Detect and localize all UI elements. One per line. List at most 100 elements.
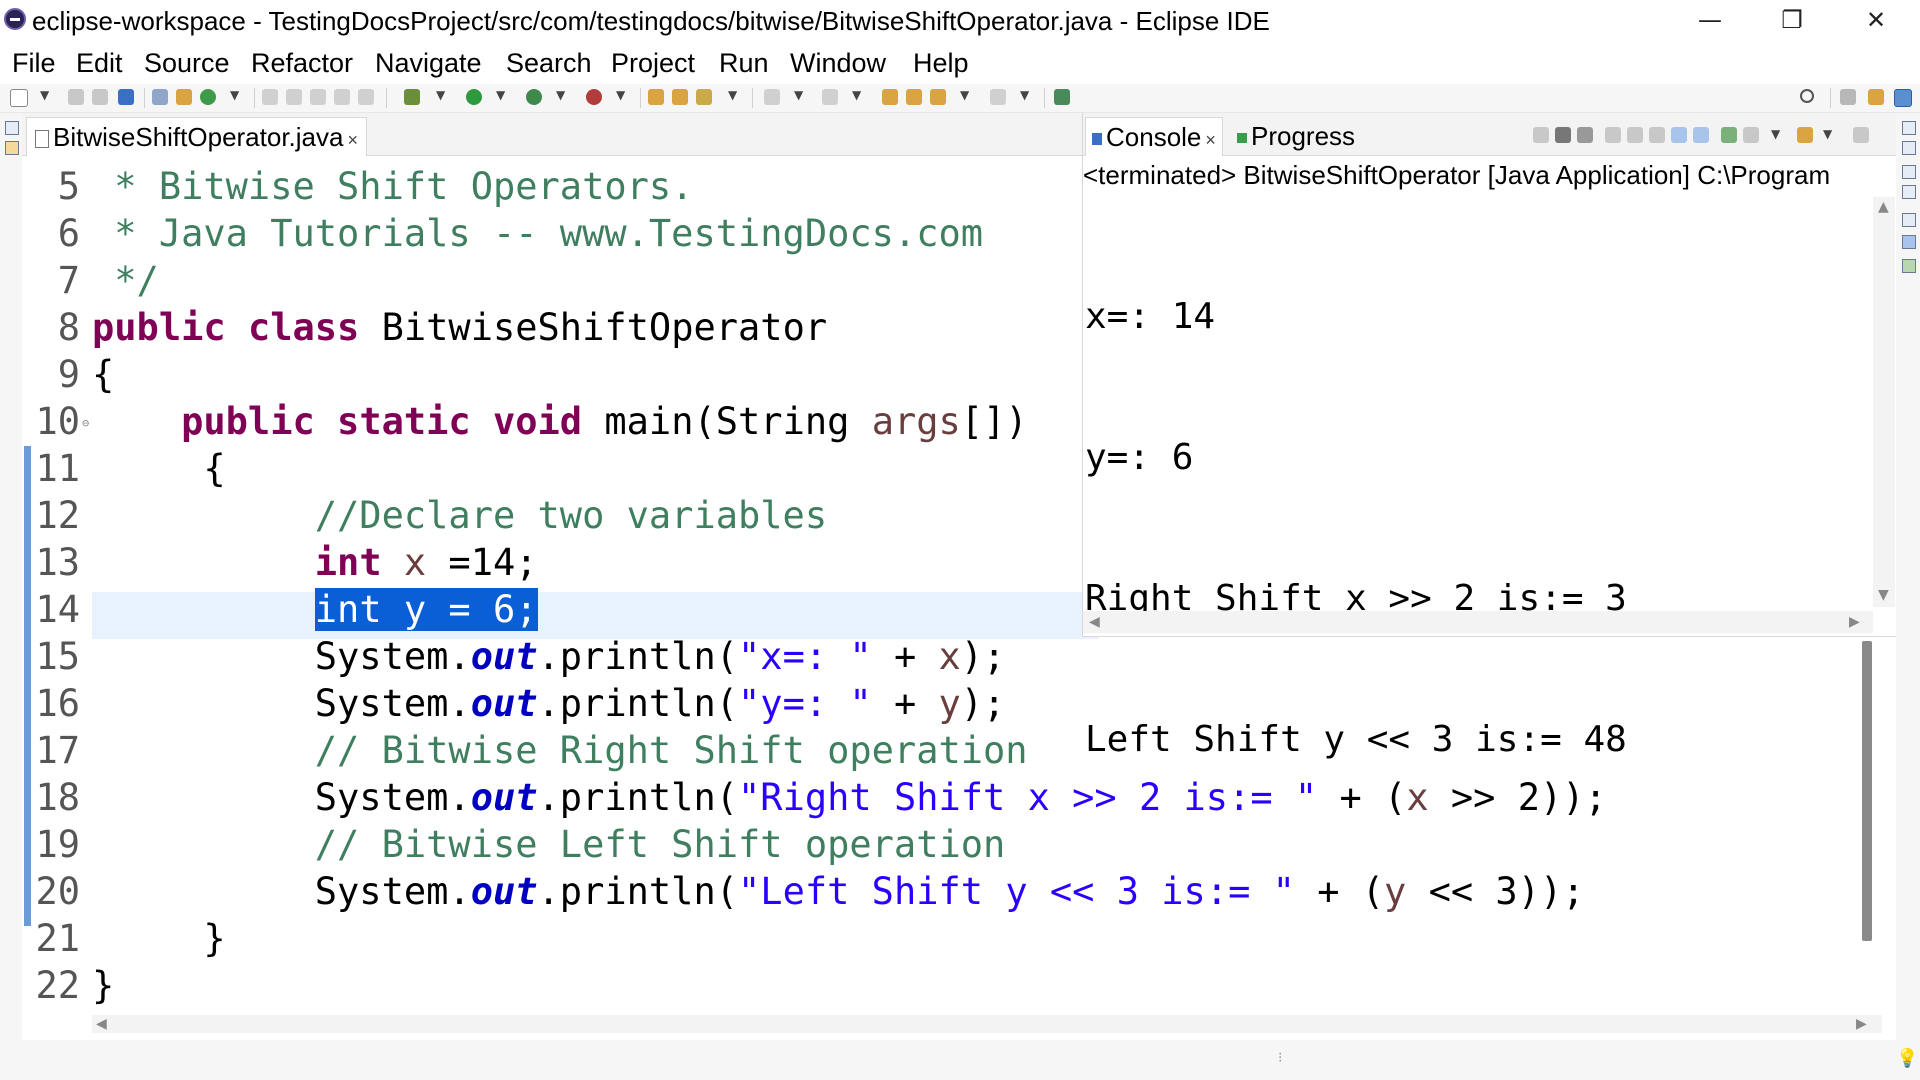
restore-icon[interactable] (1902, 213, 1916, 227)
menu-file[interactable]: File (12, 48, 56, 79)
java-ee-perspective-icon[interactable] (1868, 89, 1884, 105)
console-vertical-scrollbar[interactable]: ▲ ▼ (1873, 197, 1895, 607)
chevron-down-icon[interactable]: ▼ (230, 88, 239, 102)
package-explorer-icon[interactable] (5, 141, 19, 155)
tab-bitwise-shift-operator[interactable]: BitwiseShiftOperator.java × (26, 117, 367, 156)
scroll-up-icon[interactable]: ▲ (1878, 199, 1889, 215)
chevron-down-icon[interactable]: ▼ (852, 88, 861, 102)
lightbulb-icon[interactable]: 💡 (1896, 1048, 1918, 1069)
tab-console[interactable]: Console × (1085, 117, 1223, 156)
close-icon[interactable]: × (1205, 130, 1216, 150)
chevron-down-icon[interactable]: ▼ (794, 88, 803, 102)
menu-search[interactable]: Search (506, 48, 592, 79)
console-horizontal-scrollbar[interactable]: ◀ ▶ (1083, 611, 1873, 633)
open-perspective-icon[interactable] (1840, 89, 1856, 105)
pin-editor-icon[interactable] (1054, 89, 1070, 105)
chevron-down-icon[interactable]: ▼ (496, 88, 505, 102)
format-icon[interactable] (310, 89, 326, 105)
chevron-down-icon[interactable]: ▼ (40, 88, 49, 102)
show-stderr-icon[interactable] (1671, 127, 1687, 143)
scroll-left-icon[interactable]: ◀ (1089, 614, 1100, 630)
chevron-down-icon[interactable]: ▼ (960, 88, 969, 102)
maximize-button[interactable]: ❐ (1762, 2, 1822, 38)
paragraph-icon[interactable] (358, 89, 374, 105)
open-resource-icon[interactable] (672, 89, 688, 105)
pin-icon[interactable] (262, 89, 278, 105)
scroll-left-icon[interactable]: ◀ (96, 1016, 107, 1032)
chevron-down-icon[interactable]: ▼ (1020, 88, 1029, 102)
scroll-down-icon[interactable]: ▼ (1878, 587, 1889, 603)
status-separator: ⁝ (1278, 1050, 1283, 1066)
menu-refactor[interactable]: Refactor (251, 48, 353, 79)
scroll-right-icon[interactable]: ▶ (1849, 614, 1860, 630)
run-icon[interactable] (466, 89, 482, 105)
open-type-icon[interactable] (648, 89, 664, 105)
build-icon[interactable] (152, 89, 168, 105)
sync-icon[interactable] (200, 89, 216, 105)
minimize-view-icon[interactable] (1853, 127, 1869, 143)
forward-icon[interactable] (990, 89, 1006, 105)
fold-marker-icon[interactable]: ⊖ (82, 400, 89, 447)
save-icon[interactable] (68, 89, 84, 105)
close-button[interactable]: ✕ (1846, 2, 1906, 38)
restore-icon[interactable] (1902, 121, 1916, 135)
outline-icon[interactable] (1902, 185, 1916, 199)
block-icon[interactable] (334, 89, 350, 105)
editor-horizontal-scrollbar[interactable]: ◀ ▶ (92, 1015, 1882, 1033)
package-icon[interactable] (176, 89, 192, 105)
restore-icon[interactable] (1902, 165, 1916, 179)
remove-launch-icon[interactable] (1555, 127, 1571, 143)
selected-text: int y = 6; (314, 588, 538, 631)
menu-source[interactable]: Source (144, 48, 230, 79)
java-perspective-icon[interactable] (1894, 89, 1912, 107)
search-tool-icon[interactable] (696, 89, 712, 105)
menu-run[interactable]: Run (719, 48, 769, 79)
tab-progress[interactable]: Progress (1231, 117, 1361, 155)
new-icon[interactable] (10, 89, 28, 107)
remove-all-icon[interactable] (1577, 127, 1593, 143)
prev-annotation-icon[interactable] (822, 89, 838, 105)
search-icon[interactable] (1800, 89, 1814, 103)
new-console-icon[interactable] (1721, 127, 1737, 143)
save-all-icon[interactable] (92, 89, 108, 105)
display-console-icon[interactable] (1743, 127, 1759, 143)
console-output[interactable]: x=: 14 y=: 6 Right Shift x >> 2 is:= 3 L… (1085, 199, 1627, 857)
edit-icon[interactable] (286, 89, 302, 105)
scroll-right-icon[interactable]: ▶ (1856, 1016, 1867, 1032)
menu-help[interactable]: Help (913, 48, 969, 79)
close-icon[interactable]: × (347, 130, 358, 150)
chevron-down-icon[interactable]: ▼ (1823, 127, 1832, 141)
external-tools-icon[interactable] (586, 89, 602, 105)
chevron-down-icon[interactable]: ▼ (616, 88, 625, 102)
console-trim-icon[interactable] (1902, 235, 1916, 249)
pin-console-icon[interactable] (1693, 127, 1709, 143)
console-icon (1092, 133, 1102, 146)
restore-icon[interactable] (5, 121, 19, 135)
last-edit-icon[interactable] (882, 89, 898, 105)
menu-navigate[interactable]: Navigate (375, 48, 482, 79)
editor-vertical-scrollbar[interactable] (1862, 641, 1872, 941)
chevron-down-icon[interactable]: ▼ (556, 88, 565, 102)
terminate-icon[interactable] (1533, 127, 1549, 143)
console-toggle-icon[interactable] (118, 89, 134, 105)
next-annotation-icon[interactable] (764, 89, 780, 105)
open-console-icon[interactable] (1797, 127, 1813, 143)
chevron-down-icon[interactable]: ▼ (436, 88, 445, 102)
menu-edit[interactable]: Edit (76, 48, 123, 79)
back-icon[interactable] (930, 89, 946, 105)
debug-icon[interactable] (404, 89, 420, 105)
menu-project[interactable]: Project (611, 48, 695, 79)
code-line: 20 System.out.println("Left Shift y << 3… (35, 870, 1585, 913)
show-stdout-icon[interactable] (1649, 127, 1665, 143)
java-file-icon (35, 130, 49, 149)
minimize-button[interactable]: — (1680, 2, 1740, 38)
back-history-icon[interactable] (906, 89, 922, 105)
coverage-icon[interactable] (526, 89, 542, 105)
progress-trim-icon[interactable] (1902, 259, 1916, 273)
task-list-icon[interactable] (1902, 141, 1916, 155)
chevron-down-icon[interactable]: ▼ (1771, 127, 1780, 141)
word-wrap-icon[interactable] (1627, 127, 1643, 143)
scroll-lock-icon[interactable] (1605, 127, 1621, 143)
chevron-down-icon[interactable]: ▼ (728, 88, 737, 102)
menu-window[interactable]: Window (790, 48, 886, 79)
